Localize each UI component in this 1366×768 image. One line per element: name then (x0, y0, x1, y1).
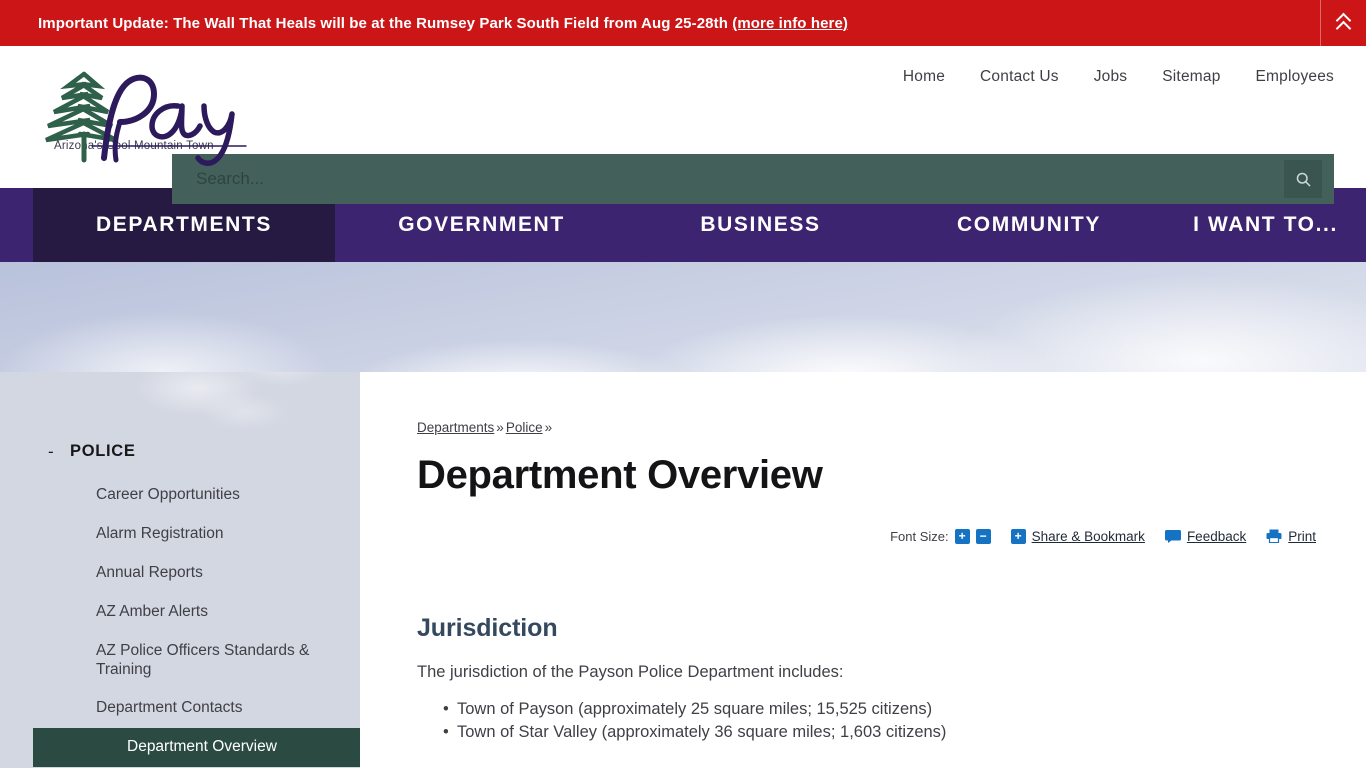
jurisdiction-intro-text: The jurisdiction of the Payson Police De… (417, 663, 844, 681)
print-control[interactable]: Print (1266, 529, 1316, 544)
jurisdiction-list: Town of Payson (approximately 25 square … (417, 698, 1336, 745)
share-plus-icon[interactable]: + (1010, 528, 1026, 544)
search-bar (172, 154, 1334, 204)
utility-nav: Home Contact Us Jobs Sitemap Employees (903, 56, 1334, 98)
collapse-toggle-icon[interactable]: - (48, 443, 54, 460)
page-tools-toolbar: Font Size: + − + Share & Bookmark Feedba… (417, 524, 1336, 548)
sidebar-section-police[interactable]: - POLICE (0, 436, 360, 466)
sidebar-item-department-contacts[interactable]: Department Contacts (0, 689, 360, 728)
nav-left-spacer (0, 188, 33, 262)
search-input[interactable] (172, 169, 1284, 189)
sidebar-item-career-opportunities[interactable]: Career Opportunities (0, 476, 360, 515)
sidebar-navigation: - POLICE Career Opportunities Alarm Regi… (0, 372, 360, 768)
breadcrumb-link-police[interactable]: Police (506, 420, 543, 435)
search-icon (1296, 172, 1310, 186)
nav-label-business: BUSINESS (700, 213, 821, 236)
alert-more-info-link[interactable]: (more info here) (732, 15, 848, 32)
print-link[interactable]: Print (1288, 529, 1316, 544)
comment-icon (1164, 529, 1181, 543)
breadcrumb-separator-2: » (544, 420, 553, 435)
list-item: Town of Payson (approximately 25 square … (417, 698, 1336, 722)
top-nav-item-employees[interactable]: Employees (1256, 68, 1334, 86)
alert-message: Important Update: The Wall That Heals wi… (38, 14, 733, 32)
share-bookmark-control[interactable]: + Share & Bookmark (1010, 528, 1145, 544)
sidebar-item-alarm-registration[interactable]: Alarm Registration (0, 515, 360, 554)
sidebar-item-department-overview[interactable]: Department Overview (33, 728, 360, 768)
breadcrumb-separator-1: » (496, 420, 504, 435)
sidebar-item-az-amber-alerts[interactable]: AZ Amber Alerts (0, 593, 360, 632)
font-size-control: Font Size: + − (890, 528, 991, 544)
nav-label-departments: DEPARTMENTS (96, 213, 272, 236)
main-content: Departments» Police» Department Overview … (360, 372, 1366, 768)
top-nav-item-jobs[interactable]: Jobs (1094, 68, 1128, 86)
page-body: - POLICE Career Opportunities Alarm Regi… (0, 372, 1366, 768)
breadcrumb: Departments» Police» (417, 420, 1336, 435)
alert-banner: Important Update: The Wall That Heals wi… (0, 0, 1366, 46)
feedback-link[interactable]: Feedback (1187, 529, 1246, 544)
search-submit-button[interactable] (1284, 160, 1322, 198)
printer-icon (1266, 529, 1282, 543)
share-bookmark-link[interactable]: Share & Bookmark (1032, 529, 1145, 544)
font-size-label: Font Size: (890, 528, 949, 544)
nav-label-community: COMMUNITY (957, 213, 1101, 236)
top-nav-item-sitemap[interactable]: Sitemap (1162, 68, 1220, 86)
top-nav-item-contact-us[interactable]: Contact Us (980, 68, 1059, 86)
section-heading-jurisdiction: Jurisdiction (417, 614, 558, 642)
sidebar-section-label: POLICE (70, 441, 136, 460)
site-logo[interactable] (32, 60, 262, 180)
hero-banner-image (0, 262, 1366, 372)
sidebar-item-list: Career Opportunities Alarm Registration … (0, 476, 360, 768)
double-chevron-up-icon (1335, 12, 1352, 37)
feedback-control[interactable]: Feedback (1164, 529, 1246, 544)
site-header: Arizona's Cool Mountain Town Home Contac… (0, 46, 1366, 204)
top-nav-item-home[interactable]: Home (903, 68, 945, 86)
font-size-increase-button[interactable]: + (954, 528, 970, 544)
breadcrumb-link-departments[interactable]: Departments (417, 420, 494, 435)
list-item: Town of Star Valley (approximately 36 sq… (417, 721, 1336, 745)
alert-collapse-button[interactable] (1320, 0, 1366, 46)
sidebar-item-az-police-officers-standards-training[interactable]: AZ Police Officers Standards & Training (0, 632, 360, 690)
sidebar-item-annual-reports[interactable]: Annual Reports (0, 554, 360, 593)
nav-label-government: GOVERNMENT (398, 213, 565, 236)
alert-text: Important Update: The Wall That Heals wi… (38, 15, 848, 32)
nav-label-i-want-to: I WANT TO... (1193, 213, 1338, 236)
page-title: Department Overview (417, 453, 823, 497)
font-size-decrease-button[interactable]: − (975, 528, 991, 544)
